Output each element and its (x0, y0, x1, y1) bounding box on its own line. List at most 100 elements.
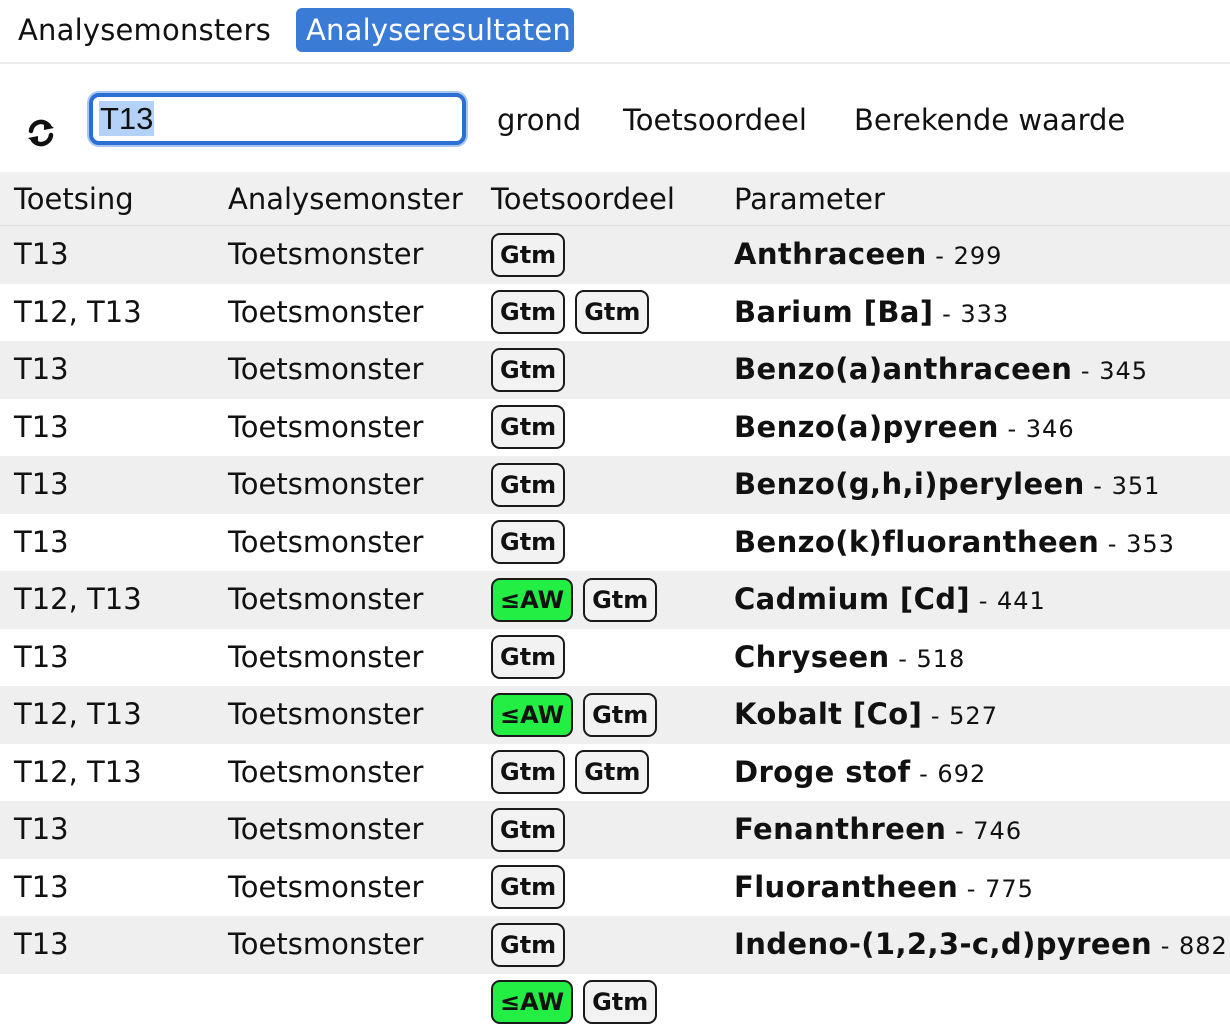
table-row[interactable]: T12, T13Toetsmonster≤AWGtmCadmium [Cd] -… (0, 571, 1230, 629)
tab-analysemonsters[interactable]: Analysemonsters (18, 8, 271, 52)
cell-parameter: Chryseen - 518 (734, 629, 965, 688)
parameter-separator: - (927, 242, 954, 270)
column-header-parameter[interactable]: Parameter (734, 172, 885, 226)
parameter-name: Barium [Ba] (734, 295, 933, 329)
parameter-separator: - (958, 875, 985, 903)
toetsoordeel-badge: Gtm (583, 578, 657, 622)
cell-analysemonster: Toetsmonster (228, 284, 423, 341)
parameter-name: Fluorantheen (734, 870, 958, 904)
parameter-id: 353 (1126, 530, 1175, 558)
cell-toetsing: T13 (14, 916, 69, 973)
parameter-id: 299 (954, 242, 1003, 270)
parameter-id: 345 (1099, 357, 1148, 385)
cell-toetsoordeel: Gtm (491, 341, 565, 398)
cell-toetsoordeel: ≤AWGtm (491, 686, 657, 743)
parameter-name: Chryseen (734, 640, 890, 674)
toolbar: T13 grond Toetsoordeel Berekende waarde (0, 64, 1230, 172)
cell-parameter: Benzo(a)anthraceen - 345 (734, 341, 1148, 400)
cell-parameter: Benzo(a)pyreen - 346 (734, 399, 1075, 458)
parameter-id: 527 (949, 702, 998, 730)
cell-analysemonster: Toetsmonster (228, 341, 423, 398)
cell-analysemonster: Toetsmonster (228, 801, 423, 858)
cell-parameter: Barium [Ba] - 333 (734, 284, 1009, 343)
toetsoordeel-badge: Gtm (491, 348, 565, 392)
cell-analysemonster: Toetsmonster (228, 514, 423, 571)
tab-analyseresultaten[interactable]: Analyseresultaten (296, 8, 574, 52)
cell-toetsoordeel: Gtm (491, 226, 565, 283)
table-row[interactable]: T13ToetsmonsterGtmAnthraceen - 299 (0, 226, 1230, 284)
cell-toetsing: T13 (14, 226, 69, 283)
cell-toetsing: T12, T13 (14, 571, 142, 628)
cell-toetsing: T13 (14, 629, 69, 686)
toetsoordeel-badge: Gtm (491, 808, 565, 852)
cell-toetsing: T13 (14, 801, 69, 858)
toetsoordeel-badge: Gtm (575, 750, 649, 794)
table-row[interactable]: T12, T13Toetsmonster≤AWGtmKobalt [Co] - … (0, 686, 1230, 744)
parameter-separator: - (1099, 530, 1126, 558)
table-row[interactable]: T13ToetsmonsterGtmChryseen - 518 (0, 629, 1230, 687)
cell-parameter: Fluorantheen - 775 (734, 859, 1034, 918)
table-row[interactable]: T13ToetsmonsterGtmBenzo(a)pyreen - 346 (0, 399, 1230, 457)
column-header-toetsing[interactable]: Toetsing (14, 172, 134, 226)
parameter-id: 692 (937, 760, 986, 788)
cell-toetsing: T12, T13 (14, 284, 142, 341)
cell-analysemonster: Toetsmonster (228, 571, 423, 628)
table-row[interactable]: ≤AWGtm (0, 974, 1230, 1031)
parameter-id: 333 (960, 300, 1009, 328)
parameter-name: Indeno-(1,2,3-c,d)pyreen (734, 927, 1152, 961)
table-row[interactable]: T13ToetsmonsterGtmFenanthreen - 746 (0, 801, 1230, 859)
cell-analysemonster: Toetsmonster (228, 744, 423, 801)
cell-toetsoordeel: Gtm (491, 916, 565, 973)
toetsoordeel-badge: ≤AW (491, 693, 573, 737)
parameter-name: Fenanthreen (734, 812, 946, 846)
cell-toetsing: T13 (14, 859, 69, 916)
toetsoordeel-badge: Gtm (575, 290, 649, 334)
table-row[interactable]: T13ToetsmonsterGtmBenzo(k)fluorantheen -… (0, 514, 1230, 572)
filter-berekende-waarde[interactable]: Berekende waarde (854, 100, 1125, 140)
cell-toetsoordeel: Gtm (491, 456, 565, 513)
toetsoordeel-badge: Gtm (491, 405, 565, 449)
parameter-separator: - (1072, 357, 1099, 385)
table-row[interactable]: T12, T13ToetsmonsterGtmGtmDroge stof - 6… (0, 744, 1230, 802)
column-header-analysemonster[interactable]: Analysemonster (228, 172, 463, 226)
parameter-id: 351 (1112, 472, 1161, 500)
parameter-name: Benzo(g,h,i)peryleen (734, 467, 1085, 501)
toetsoordeel-badge: Gtm (491, 923, 565, 967)
parameter-separator: - (1152, 932, 1179, 960)
parameter-separator: - (933, 300, 960, 328)
toetsoordeel-badge: Gtm (491, 865, 565, 909)
cell-toetsoordeel: Gtm (491, 859, 565, 916)
refresh-icon[interactable] (24, 116, 58, 150)
parameter-separator: - (890, 645, 917, 673)
cell-toetsoordeel: Gtm (491, 629, 565, 686)
filter-grond[interactable]: grond (497, 100, 581, 140)
toetsoordeel-badge: ≤AW (491, 980, 573, 1024)
cell-analysemonster: Toetsmonster (228, 456, 423, 513)
cell-parameter: Kobalt [Co] - 527 (734, 686, 998, 745)
table-row[interactable]: T13ToetsmonsterGtmBenzo(g,h,i)peryleen -… (0, 456, 1230, 514)
parameter-name: Droge stof (734, 755, 911, 789)
toetsoordeel-badge: Gtm (491, 520, 565, 564)
table-header: Toetsing Analysemonster Toetsoordeel Par… (0, 172, 1230, 226)
search-input[interactable]: T13 (89, 93, 466, 145)
toetsoordeel-badge: Gtm (491, 290, 565, 334)
cell-toetsoordeel: Gtm (491, 399, 565, 456)
table-row[interactable]: T12, T13 Toetsmonster GtmGtm Barium [Ba] - … (0, 284, 1230, 342)
parameter-id: 775 (985, 875, 1034, 903)
parameter-name: Benzo(a)pyreen (734, 410, 999, 444)
parameter-separator: - (970, 587, 997, 615)
table-row[interactable]: T13ToetsmonsterGtmIndeno-(1,2,3-c,d)pyre… (0, 916, 1230, 974)
tab-bar: Analysemonsters Analyseresultaten (0, 0, 1230, 64)
filter-toetsoordeel[interactable]: Toetsoordeel (623, 100, 807, 140)
cell-toetsoordeel: GtmGtm (491, 284, 649, 341)
cell-parameter: Benzo(k)fluorantheen - 353 (734, 514, 1175, 573)
cell-toetsing: T13 (14, 456, 69, 513)
parameter-id: 346 (1026, 415, 1075, 443)
parameter-separator: - (911, 760, 938, 788)
column-header-toetsoordeel[interactable]: Toetsoordeel (491, 172, 675, 226)
table-row[interactable]: T13ToetsmonsterGtmBenzo(a)anthraceen - 3… (0, 341, 1230, 399)
table-row[interactable]: T13ToetsmonsterGtmFluorantheen - 775 (0, 859, 1230, 917)
toetsoordeel-badge: ≤AW (491, 578, 573, 622)
toetsoordeel-badge: Gtm (583, 693, 657, 737)
toetsoordeel-badge: Gtm (491, 750, 565, 794)
